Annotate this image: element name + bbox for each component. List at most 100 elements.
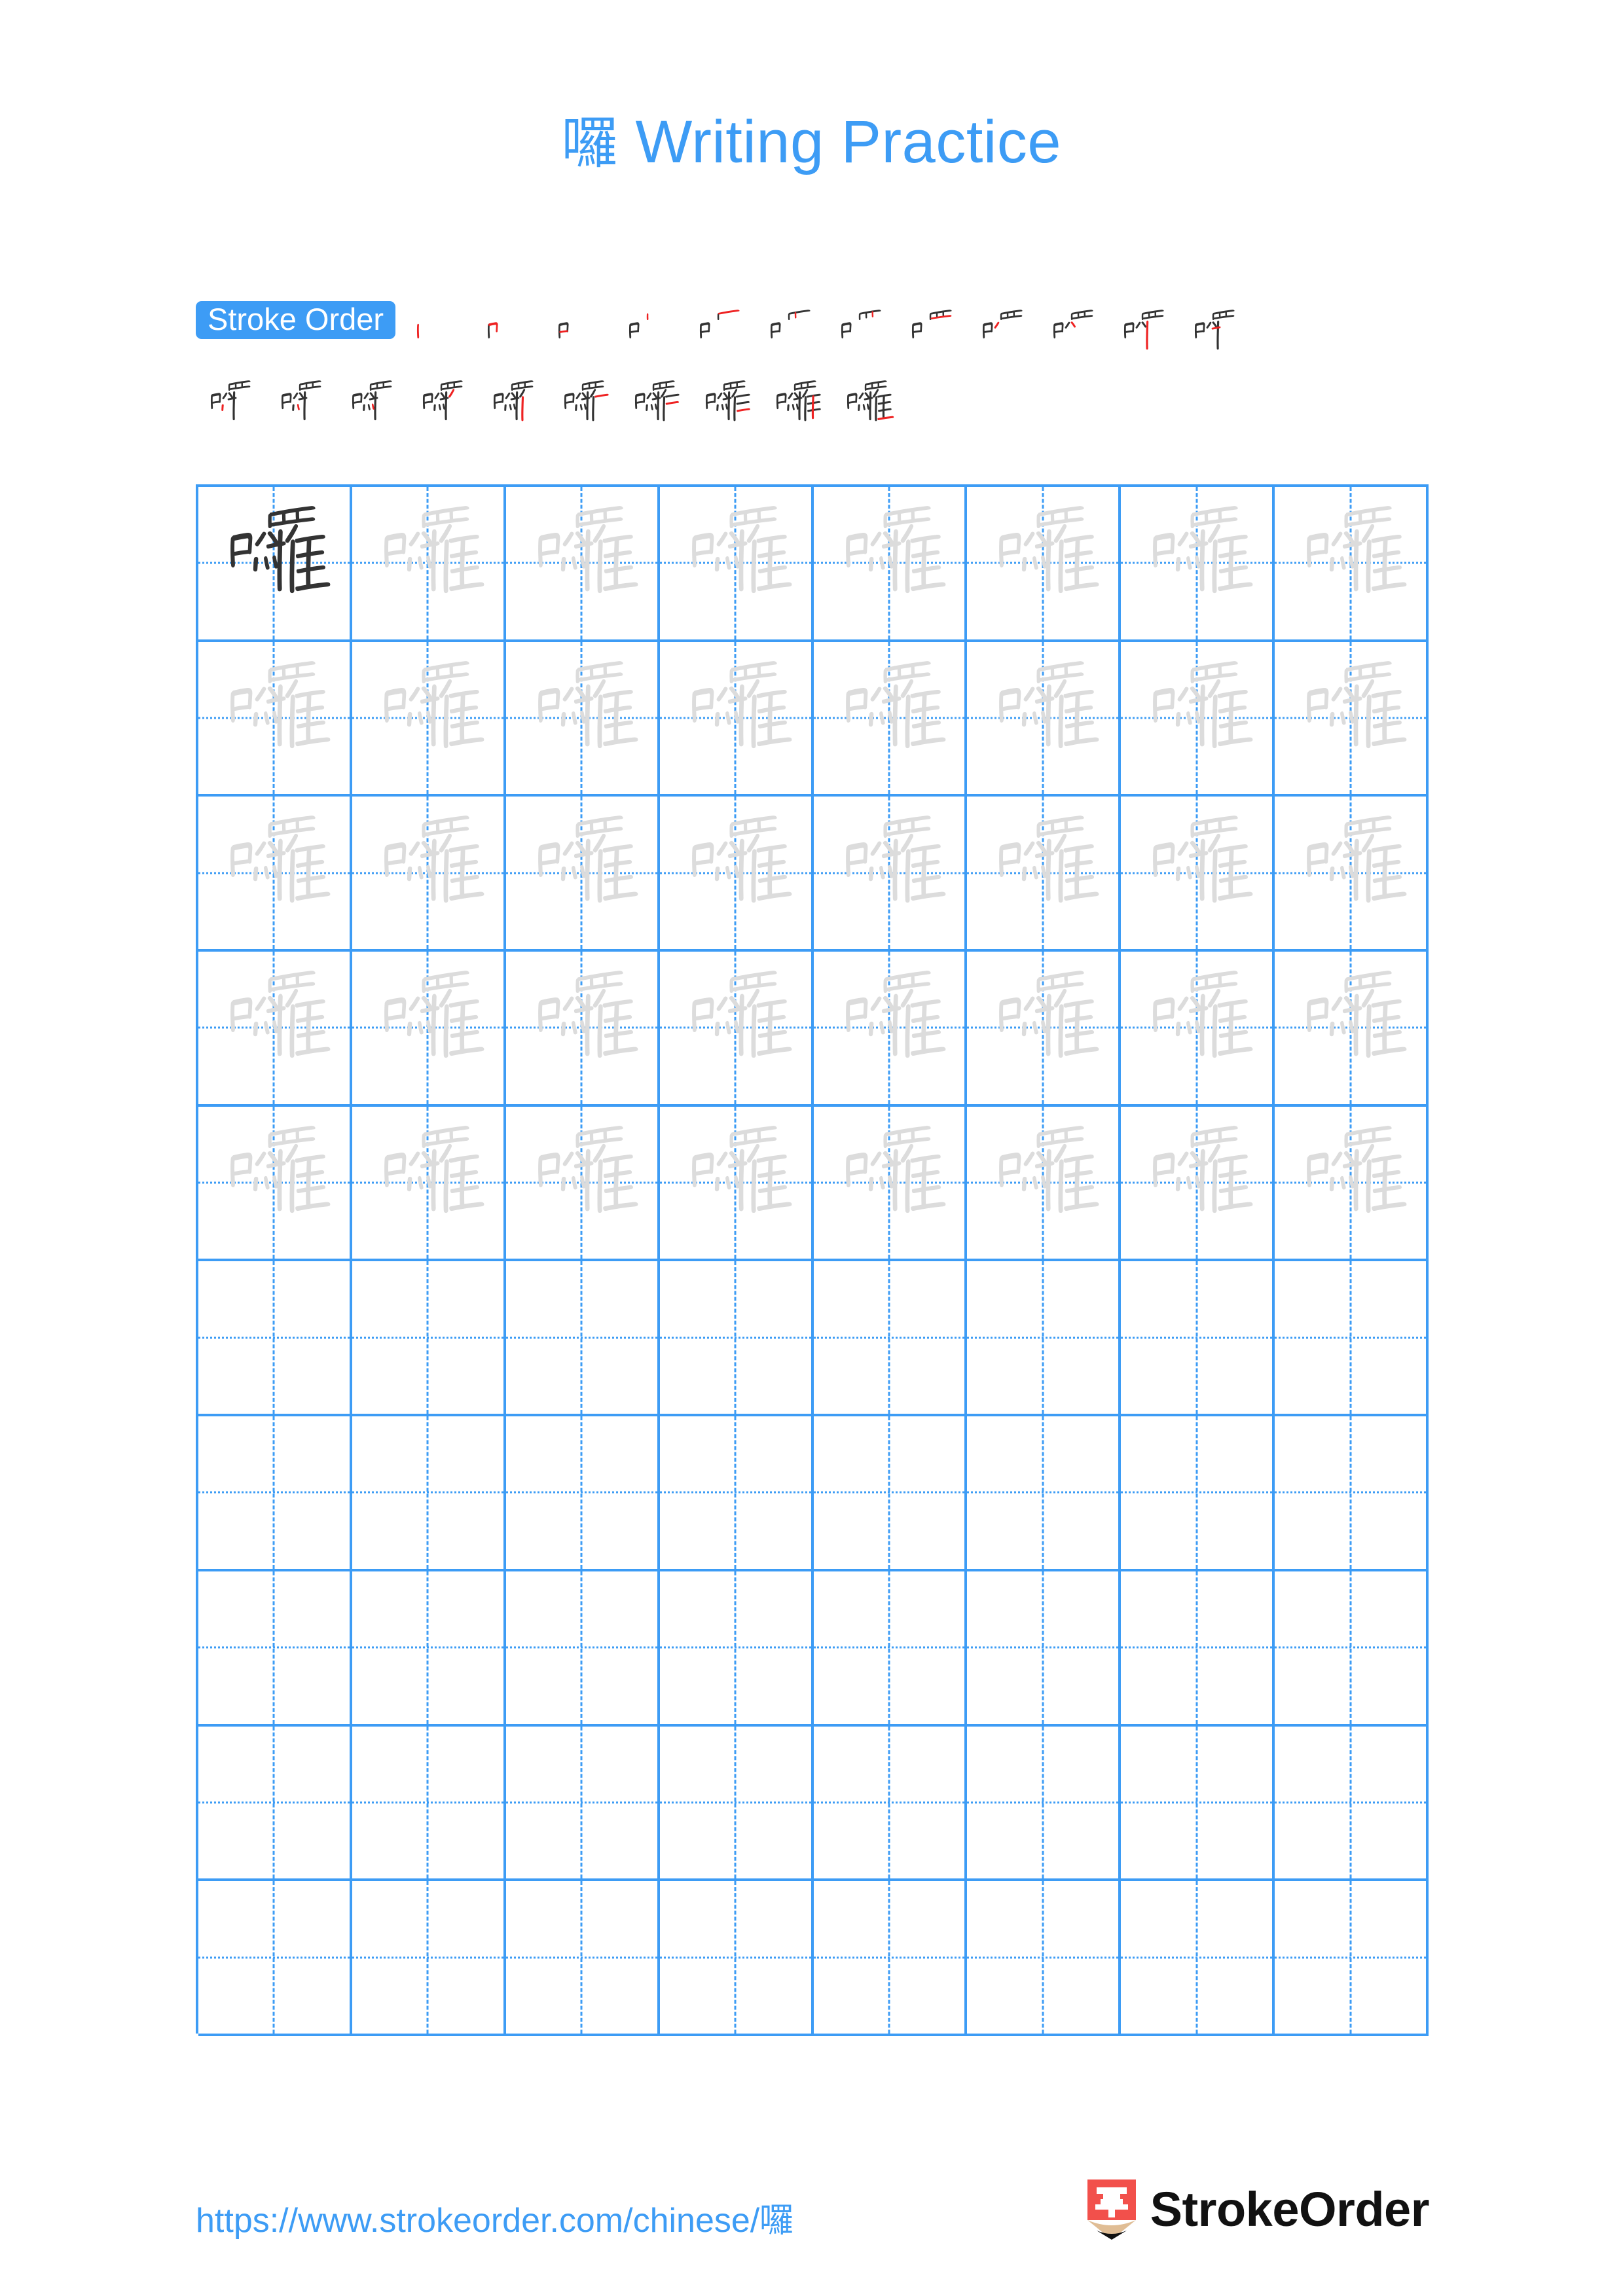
practice-cell-trace-character[interactable]: [1275, 797, 1429, 952]
practice-cell-trace-character[interactable]: [1275, 641, 1429, 797]
practice-cell-trace-character[interactable]: [659, 487, 814, 642]
practice-cell-blank[interactable]: [659, 1416, 814, 1571]
character-glyph-trace: [352, 1107, 503, 1259]
source-url-character: 囉: [759, 2201, 794, 2240]
practice-cell-trace-character[interactable]: [813, 1106, 968, 1262]
page-title: 囉 Writing Practice: [0, 97, 1623, 179]
stroke-step-18: [549, 372, 620, 442]
practice-cell-blank[interactable]: [967, 1881, 1122, 2036]
practice-cell-trace-character[interactable]: [352, 641, 506, 797]
character-glyph-trace: [198, 797, 350, 949]
practice-cell-blank[interactable]: [352, 1726, 506, 1882]
practice-cell-trace-character[interactable]: [1275, 952, 1429, 1107]
practice-cell-trace-character[interactable]: [967, 641, 1122, 797]
practice-cell-blank[interactable]: [352, 1571, 506, 1727]
practice-cell-trace-character[interactable]: [813, 641, 968, 797]
practice-cell-trace-character[interactable]: [198, 952, 352, 1107]
practice-cell-blank[interactable]: [1121, 1571, 1275, 1727]
practice-cell-blank[interactable]: [967, 1571, 1122, 1727]
character-glyph-solid: [198, 487, 350, 639]
practice-cell-blank[interactable]: [967, 1261, 1122, 1417]
practice-cell-trace-character[interactable]: [505, 1106, 660, 1262]
practice-cell-trace-character[interactable]: [659, 641, 814, 797]
practice-cell-trace-character[interactable]: [1121, 952, 1275, 1107]
practice-cell-trace-character[interactable]: [352, 487, 506, 642]
character-glyph-trace: [1275, 952, 1426, 1104]
practice-cell-blank[interactable]: [813, 1881, 968, 2036]
practice-cell-trace-character[interactable]: [1121, 487, 1275, 642]
practice-cell-model-character[interactable]: [198, 487, 352, 642]
character-glyph-trace: [1121, 642, 1272, 795]
practice-cell-blank[interactable]: [352, 1881, 506, 2036]
practice-cell-trace-character[interactable]: [198, 641, 352, 797]
practice-cell-trace-character[interactable]: [1275, 1106, 1429, 1262]
practice-cell-trace-character[interactable]: [1275, 487, 1429, 642]
practice-cell-blank[interactable]: [813, 1571, 968, 1727]
practice-cell-blank[interactable]: [659, 1261, 814, 1417]
practice-cell-trace-character[interactable]: [967, 1106, 1122, 1262]
practice-cell-blank[interactable]: [198, 1416, 352, 1571]
practice-cell-blank[interactable]: [1275, 1726, 1429, 1882]
practice-cell-trace-character[interactable]: [505, 797, 660, 952]
practice-cell-blank[interactable]: [1275, 1571, 1429, 1727]
practice-cell-trace-character[interactable]: [967, 487, 1122, 642]
practice-cell-blank[interactable]: [198, 1261, 352, 1417]
practice-cell-blank[interactable]: [198, 1881, 352, 2036]
practice-cell-trace-character[interactable]: [813, 487, 968, 642]
practice-cell-blank[interactable]: [198, 1726, 352, 1882]
practice-cell-trace-character[interactable]: [352, 797, 506, 952]
practice-cell-blank[interactable]: [1275, 1416, 1429, 1571]
practice-cell-blank[interactable]: [352, 1416, 506, 1571]
practice-cell-trace-character[interactable]: [967, 797, 1122, 952]
practice-cell-blank[interactable]: [1275, 1881, 1429, 2036]
practice-cell-blank[interactable]: [1121, 1416, 1275, 1571]
character-glyph-trace: [1275, 797, 1426, 949]
practice-cell-blank[interactable]: [1121, 1261, 1275, 1417]
practice-cell-blank[interactable]: [1275, 1261, 1429, 1417]
practice-cell-trace-character[interactable]: [659, 797, 814, 952]
practice-cell-blank[interactable]: [505, 1416, 660, 1571]
practice-cell-trace-character[interactable]: [813, 952, 968, 1107]
stroke-order-row-2: [196, 372, 1433, 442]
character-glyph-trace: [814, 642, 965, 795]
practice-cell-trace-character[interactable]: [198, 1106, 352, 1262]
practice-cell-blank[interactable]: [813, 1726, 968, 1882]
practice-cell-trace-character[interactable]: [352, 1106, 506, 1262]
practice-cell-blank[interactable]: [1121, 1726, 1275, 1882]
practice-cell-trace-character[interactable]: [1121, 1106, 1275, 1262]
practice-cell-trace-character[interactable]: [198, 797, 352, 952]
practice-cell-blank[interactable]: [352, 1261, 506, 1417]
practice-cell-blank[interactable]: [967, 1726, 1122, 1882]
practice-cell-blank[interactable]: [813, 1261, 968, 1417]
stroke-step-9: [968, 301, 1038, 372]
practice-cell-trace-character[interactable]: [505, 952, 660, 1107]
practice-cell-blank[interactable]: [505, 1726, 660, 1882]
practice-cell-trace-character[interactable]: [1121, 641, 1275, 797]
practice-grid-row: [198, 1261, 1429, 1417]
practice-cell-blank[interactable]: [1121, 1881, 1275, 2036]
practice-cell-blank[interactable]: [659, 1571, 814, 1727]
practice-cell-trace-character[interactable]: [505, 641, 660, 797]
practice-cell-blank[interactable]: [198, 1571, 352, 1727]
practice-cell-blank[interactable]: [659, 1881, 814, 2036]
stroke-step-11: [1109, 301, 1180, 372]
practice-cell-blank[interactable]: [813, 1416, 968, 1571]
practice-cell-trace-character[interactable]: [1121, 797, 1275, 952]
practice-cell-trace-character[interactable]: [505, 487, 660, 642]
practice-grid-row: [198, 952, 1429, 1107]
character-glyph-trace: [660, 1107, 811, 1259]
practice-cell-trace-character[interactable]: [659, 952, 814, 1107]
character-glyph-trace: [1121, 952, 1272, 1104]
source-url-link[interactable]: https://www.strokeorder.com/chinese/囉: [196, 2193, 793, 2242]
practice-cell-trace-character[interactable]: [967, 952, 1122, 1107]
practice-cell-blank[interactable]: [967, 1416, 1122, 1571]
practice-cell-trace-character[interactable]: [352, 952, 506, 1107]
practice-cell-blank[interactable]: [505, 1571, 660, 1727]
practice-cell-trace-character[interactable]: [813, 797, 968, 952]
practice-cell-blank[interactable]: [505, 1261, 660, 1417]
stroke-step-6: [756, 301, 826, 372]
practice-cell-blank[interactable]: [659, 1726, 814, 1882]
practice-cell-blank[interactable]: [505, 1881, 660, 2036]
stroke-order-section: Stroke Order: [196, 301, 1433, 442]
practice-cell-trace-character[interactable]: [659, 1106, 814, 1262]
